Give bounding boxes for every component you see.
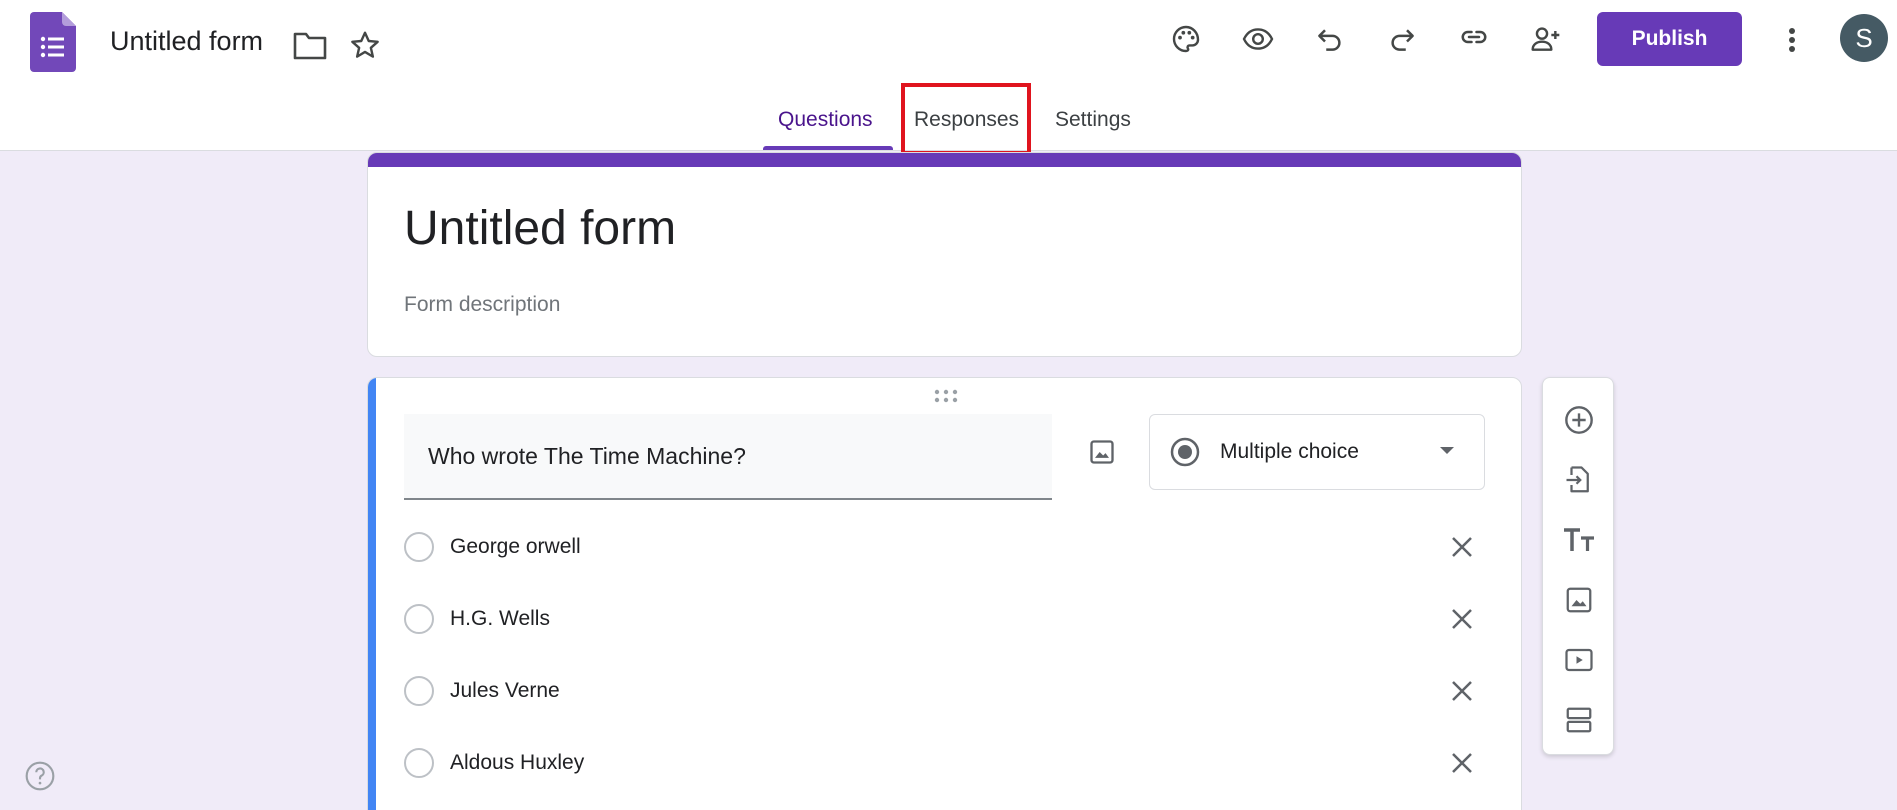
add-question-icon[interactable]	[1557, 398, 1601, 442]
app-header: Untitled form Publish S Questions Respon…	[0, 0, 1897, 155]
title-card-accent-bar	[368, 153, 1521, 167]
option-label[interactable]: H.G. Wells	[450, 607, 550, 631]
form-title[interactable]: Untitled form	[404, 201, 676, 256]
close-icon[interactable]	[1440, 741, 1484, 785]
more-vert-icon[interactable]	[1772, 18, 1812, 62]
option-label[interactable]: George orwell	[450, 535, 581, 559]
add-image-icon[interactable]	[1557, 578, 1601, 622]
import-questions-icon[interactable]	[1557, 458, 1601, 502]
option-row[interactable]: George orwell	[404, 522, 1484, 572]
add-image-icon[interactable]	[1080, 430, 1124, 474]
folder-icon[interactable]	[288, 23, 332, 67]
chevron-down-icon	[1440, 447, 1454, 454]
tab-questions[interactable]: Questions	[778, 108, 873, 132]
eye-icon[interactable]	[1236, 17, 1280, 61]
undo-icon[interactable]	[1308, 17, 1352, 61]
radio-circle-icon	[404, 604, 434, 634]
palette-icon[interactable]	[1164, 17, 1208, 61]
link-icon[interactable]	[1452, 15, 1496, 59]
option-row[interactable]: Aldous Huxley	[404, 738, 1484, 788]
help-icon[interactable]	[24, 760, 56, 792]
question-type-dropdown[interactable]: Multiple choice	[1149, 414, 1485, 490]
document-title[interactable]: Untitled form	[110, 26, 263, 57]
question-card[interactable]: Who wrote The Time Machine? Multiple cho…	[367, 377, 1522, 810]
radio-circle-icon	[404, 748, 434, 778]
radio-circle-icon	[404, 676, 434, 706]
publish-button[interactable]: Publish	[1597, 12, 1742, 66]
avatar[interactable]: S	[1840, 14, 1888, 62]
add-section-icon[interactable]	[1557, 698, 1601, 742]
close-icon[interactable]	[1440, 597, 1484, 641]
redo-icon[interactable]	[1380, 17, 1424, 61]
responses-tab-highlight	[901, 83, 1031, 155]
active-tab-indicator	[763, 146, 893, 150]
star-icon[interactable]	[343, 23, 387, 67]
question-type-label: Multiple choice	[1220, 440, 1359, 463]
option-label[interactable]: Jules Verne	[450, 679, 560, 703]
option-label[interactable]: Aldous Huxley	[450, 751, 584, 775]
option-row[interactable]: H.G. Wells	[404, 594, 1484, 644]
close-icon[interactable]	[1440, 669, 1484, 713]
add-video-icon[interactable]	[1557, 638, 1601, 682]
radio-button-icon	[1170, 437, 1200, 467]
radio-circle-icon	[404, 532, 434, 562]
floating-toolbar	[1542, 377, 1614, 755]
form-title-card: Untitled form Form description	[367, 152, 1522, 357]
question-focus-indicator	[368, 378, 376, 810]
option-row[interactable]: Jules Verne	[404, 666, 1484, 716]
forms-app-icon[interactable]	[30, 12, 76, 72]
form-description-field[interactable]: Form description	[404, 293, 560, 317]
drag-handle-icon[interactable]	[933, 388, 959, 404]
add-title-icon[interactable]	[1557, 518, 1601, 562]
tab-settings[interactable]: Settings	[1055, 108, 1131, 132]
close-icon[interactable]	[1440, 525, 1484, 569]
add-collaborator-icon[interactable]	[1524, 17, 1568, 61]
question-text-input[interactable]: Who wrote The Time Machine?	[404, 414, 1052, 500]
